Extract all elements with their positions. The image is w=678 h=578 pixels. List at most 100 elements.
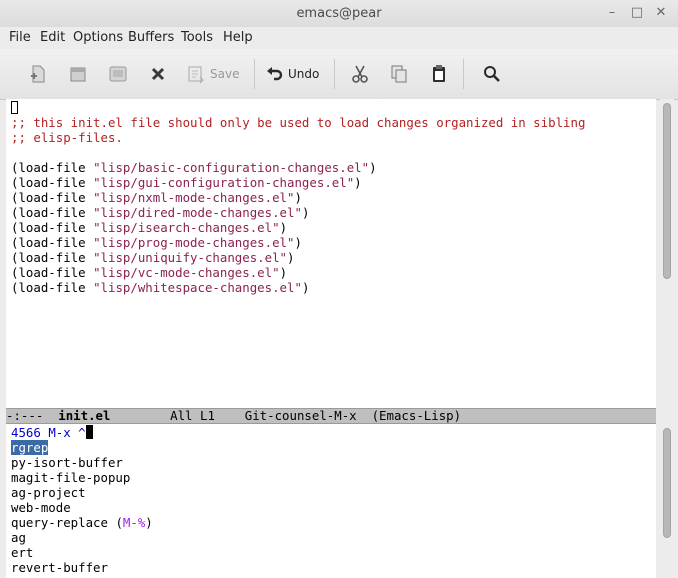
mode-line: -:--- init.el All L1 Git-counsel-M-x (Em… <box>6 408 656 424</box>
code-line: (load-file "lisp/isearch-changes.el") <box>11 220 288 235</box>
candidate-count: 4566 <box>11 425 41 440</box>
completion-candidate[interactable]: query-replace (M-%) <box>11 515 153 530</box>
modeline-status: -:--- <box>6 408 44 423</box>
editor-scrollbar[interactable] <box>660 99 674 408</box>
menu-buffers[interactable]: Buffers <box>128 30 174 45</box>
minibuffer[interactable]: 4566 M-x ^ rgrep py-isort-buffer magit-f… <box>6 424 656 578</box>
completion-candidate[interactable]: py-isort-buffer <box>11 455 123 470</box>
code-line: (load-file "lisp/prog-mode-changes.el") <box>11 235 302 250</box>
dired-button[interactable] <box>106 61 130 87</box>
emacs-window: emacs@pear – □ ✕ File Edit Options Buffe… <box>0 0 678 578</box>
undo-button[interactable]: Undo <box>266 61 326 87</box>
menu-tools[interactable]: Tools <box>181 30 213 45</box>
modeline-position: All L1 <box>170 408 215 423</box>
comment-line: ;; elisp-files. <box>11 130 123 145</box>
window-title: emacs@pear <box>296 6 382 21</box>
menu-options[interactable]: Options <box>73 30 123 45</box>
load-call: (load-file <box>11 205 94 220</box>
save-button[interactable]: Save <box>186 61 242 87</box>
copy-icon <box>391 65 407 83</box>
title-bar[interactable]: emacs@pear – □ ✕ <box>0 0 678 28</box>
load-call: (load-file <box>11 190 94 205</box>
new-file-button[interactable] <box>26 61 50 87</box>
load-path-string: "lisp/vc-mode-changes.el" <box>93 265 280 280</box>
close-icon: ✕ <box>655 5 667 20</box>
load-call: (load-file <box>11 160 94 175</box>
close-buffer-button[interactable] <box>146 61 170 87</box>
load-path-string: "lisp/basic-configuration-changes.el" <box>93 160 370 175</box>
paste-icon <box>433 65 445 82</box>
minibuffer-prompt: M-x ^ <box>48 425 86 440</box>
code-line: (load-file "lisp/vc-mode-changes.el") <box>11 265 288 280</box>
keybinding-hint: M-% <box>122 515 146 530</box>
toolbar: Save Undo <box>0 49 678 100</box>
load-path-string: "lisp/gui-configuration-changes.el" <box>93 175 355 190</box>
load-path-string: "lisp/whitespace-changes.el" <box>93 280 302 295</box>
load-call: (load-file <box>11 250 94 265</box>
new-file-icon <box>31 65 45 83</box>
open-file-button[interactable] <box>66 61 90 87</box>
completion-candidate[interactable]: magit-file-popup <box>11 470 130 485</box>
undo-icon <box>267 67 283 81</box>
code-line: (load-file "lisp/whitespace-changes.el") <box>11 280 310 295</box>
modeline-major-mode: (Emacs-Lisp) <box>371 408 462 423</box>
toolbar-separator <box>254 59 255 89</box>
close-window-button[interactable]: ✕ <box>652 4 670 22</box>
load-call: (load-file <box>11 235 94 250</box>
maximize-icon: □ <box>630 5 644 20</box>
menu-bar: File Edit Options Buffers Tools Help <box>0 27 678 49</box>
menu-file[interactable]: File <box>9 30 31 45</box>
editor-scrollbar-thumb[interactable] <box>663 103 671 279</box>
search-button[interactable] <box>480 61 504 87</box>
completion-candidate[interactable]: ag <box>11 530 26 545</box>
completion-candidate[interactable]: ert <box>11 545 33 560</box>
completion-candidate[interactable]: ag-project <box>11 485 86 500</box>
paste-button[interactable] <box>427 61 451 87</box>
minimize-icon: – <box>608 5 616 20</box>
point-cursor-line <box>11 100 18 115</box>
load-call: (load-file <box>11 175 94 190</box>
open-folder-icon <box>70 67 86 82</box>
selected-candidate: rgrep <box>11 440 49 455</box>
code-line: (load-file "lisp/uniquify-changes.el") <box>11 250 295 265</box>
load-path-string: "lisp/prog-mode-changes.el" <box>93 235 295 250</box>
minibuffer-cursor <box>85 425 93 439</box>
completion-candidate[interactable]: rgrep <box>11 440 49 455</box>
completion-candidate[interactable]: revert-buffer <box>11 560 108 575</box>
load-call: (load-file <box>11 280 94 295</box>
minibuffer-scrollbar-thumb[interactable] <box>663 428 671 538</box>
modeline-minor-mode: Git-counsel-M-x <box>244 408 357 423</box>
load-path-string: "lisp/nxml-mode-changes.el" <box>93 190 295 205</box>
editor-buffer[interactable]: ;; this init.el file should only be used… <box>6 99 656 408</box>
menu-edit[interactable]: Edit <box>40 30 65 45</box>
completion-candidate[interactable]: web-mode <box>11 500 71 515</box>
load-call: (load-file <box>11 265 94 280</box>
minimize-button[interactable]: – <box>603 4 621 22</box>
code-line: (load-file "lisp/dired-mode-changes.el") <box>11 205 310 220</box>
save-label: Save <box>210 67 240 81</box>
load-path-string: "lisp/uniquify-changes.el" <box>93 250 288 265</box>
copy-button[interactable] <box>387 61 411 87</box>
load-call: (load-file <box>11 220 94 235</box>
load-path-string: "lisp/dired-mode-changes.el" <box>93 205 302 220</box>
comment-line: ;; this init.el file should only be used… <box>11 115 586 130</box>
minibuffer-prompt-line[interactable]: 4566 M-x ^ <box>11 425 93 440</box>
modeline-buffer-name: init.el <box>58 408 111 423</box>
menu-help[interactable]: Help <box>223 30 253 45</box>
search-icon <box>484 66 500 82</box>
toolbar-separator <box>463 59 464 89</box>
cut-icon <box>352 65 368 83</box>
code-line: (load-file "lisp/basic-configuration-cha… <box>11 160 377 175</box>
dired-icon <box>109 66 127 82</box>
close-buffer-icon <box>151 67 165 81</box>
maximize-button[interactable]: □ <box>628 4 646 22</box>
undo-label: Undo <box>288 67 320 81</box>
toolbar-separator <box>334 59 335 89</box>
code-line: (load-file "lisp/nxml-mode-changes.el") <box>11 190 302 205</box>
save-icon <box>188 66 204 84</box>
point-cursor <box>11 101 18 114</box>
cut-button[interactable] <box>348 61 372 87</box>
load-path-string: "lisp/isearch-changes.el" <box>93 220 280 235</box>
code-line: (load-file "lisp/gui-configuration-chang… <box>11 175 362 190</box>
minibuffer-scrollbar[interactable] <box>660 424 674 578</box>
